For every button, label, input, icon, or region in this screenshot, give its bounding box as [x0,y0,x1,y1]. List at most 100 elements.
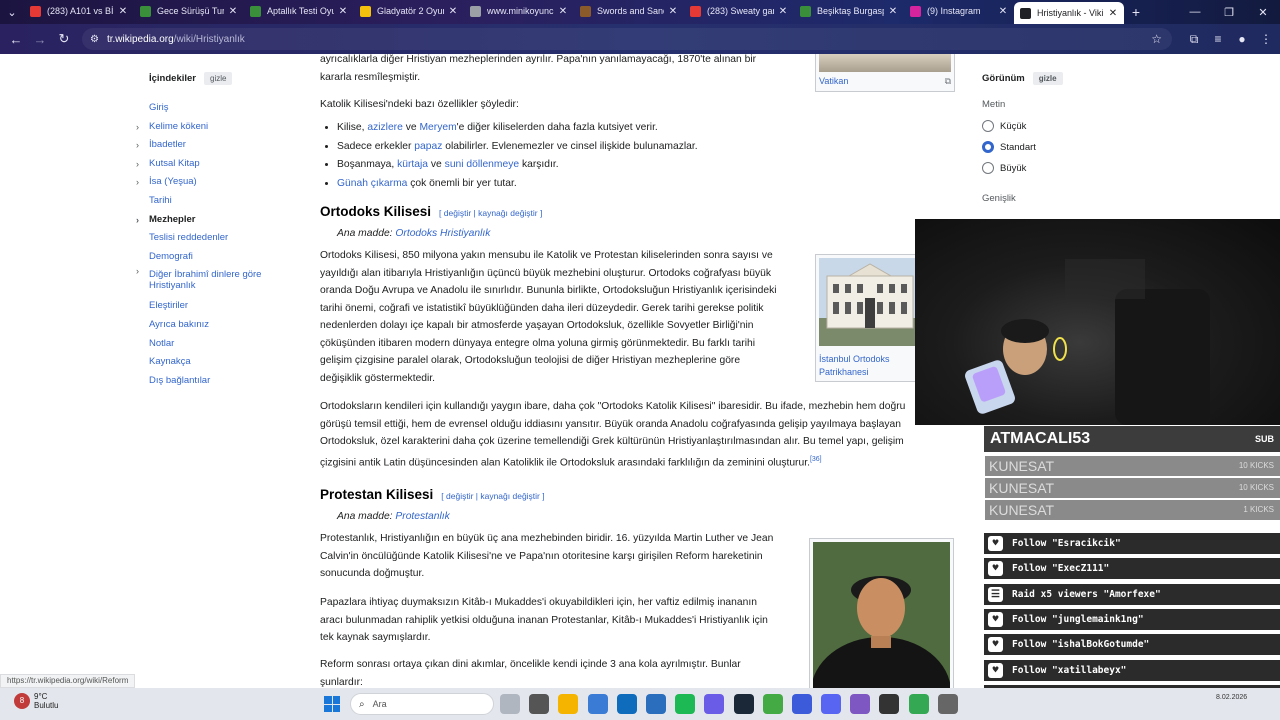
extensions-icon[interactable]: ⧉ [1182,32,1206,47]
taskbar-app-icon[interactable] [675,694,696,714]
toc-item[interactable]: › Mezhepler [136,211,296,230]
toc-item[interactable]: Tarihi [136,192,296,211]
tab-close-icon[interactable]: ✕ [228,6,238,17]
browser-tab[interactable]: Hristiyanlık - Viki ✕ [1014,2,1124,24]
citation-ref-link[interactable]: [36] [810,456,822,463]
patriarchate-caption[interactable]: Patrikhanesi [819,366,921,379]
main-article-link[interactable]: Protestanlık [395,511,449,522]
url-bar[interactable]: ⚙ tr.wikipedia.org /wiki/Hristiyanlık ☆ [82,28,1172,50]
radio-button[interactable] [982,120,994,132]
taskbar-app-icon[interactable] [879,694,900,714]
browser-tab[interactable]: (283) A101 vs Bİ ✕ [24,0,134,22]
browser-tab[interactable]: Swords and Sand ✕ [574,0,684,22]
browser-tab[interactable]: Aptallık Testi Oyu ✕ [244,0,354,22]
taskbar-app-icon[interactable] [587,694,608,714]
site-info-icon[interactable]: ⚙ [90,34,99,45]
taskbar-app-icon[interactable] [529,694,550,714]
taskbar-app-icon[interactable] [791,694,812,714]
text-size-option[interactable]: Küçük [982,120,1132,132]
radio-button[interactable] [982,141,994,153]
toc-item[interactable]: › Diğer İbrahimî dinlere göre Hristiyanlı… [136,266,296,297]
tab-close-icon[interactable]: ✕ [118,6,128,17]
edit-section-link[interactable]: [ değiştir | kaynağı değiştir ] [441,491,544,501]
taskbar-app-icon[interactable] [645,694,666,714]
vatican-image-thumb[interactable]: Vatikan ⧉ [815,54,955,92]
taskbar-search[interactable]: ⌕ Ara [350,693,494,715]
toc-item[interactable]: Giriş [136,99,296,118]
taskbar-app-icon[interactable] [704,694,725,714]
menu-icon[interactable]: ⋮ [1254,32,1278,47]
tab-close-icon[interactable]: ✕ [1108,8,1118,19]
main-article-link[interactable]: Ortodoks Hristiyanlık [395,228,490,239]
appearance-hide-button[interactable]: gizle [1032,72,1063,85]
toc-item[interactable]: Kaynakça [136,353,296,372]
patriarchate-caption[interactable]: İstanbul Ortodoks [819,353,921,366]
new-tab-button[interactable]: + [1124,4,1148,20]
maximize-icon[interactable]: ❐ [1212,6,1246,19]
chevron-right-icon[interactable]: › [136,155,139,173]
toc-item[interactable]: Teslisi reddedenler [136,229,296,248]
back-icon[interactable]: ← [4,32,28,47]
taskbar-app-icon[interactable] [500,694,520,714]
taskbar-app-icon[interactable] [850,694,871,714]
tab-close-icon[interactable]: ✕ [448,6,458,17]
close-window-icon[interactable]: ✕ [1246,6,1280,19]
vatican-caption[interactable]: Vatikan [819,75,848,88]
minimize-icon[interactable]: — [1178,6,1212,19]
link-gunah-cikarma[interactable]: Günah çıkarma [337,178,407,189]
link-papaz[interactable]: papaz [414,141,442,152]
taskbar-app-icon[interactable] [937,694,958,714]
reload-icon[interactable]: ↻ [52,31,76,47]
toc-hide-button[interactable]: gizle [204,72,233,85]
tab-close-icon[interactable]: ✕ [998,6,1008,17]
luther-image-thumb[interactable] [809,538,954,688]
tab-close-icon[interactable]: ✕ [888,6,898,17]
chevron-right-icon[interactable]: › [136,136,139,154]
taskbar-app-icon[interactable] [733,694,754,714]
toc-item[interactable]: Demografi [136,248,296,267]
profile-icon[interactable]: ● [1230,32,1254,47]
toc-item[interactable]: › Kelime kökeni [136,118,296,137]
start-icon[interactable] [324,696,340,712]
edit-section-link[interactable]: [ değiştir | kaynağı değiştir ] [439,208,542,218]
text-size-option[interactable]: Standart [982,141,1132,153]
chevron-right-icon[interactable]: › [136,173,139,191]
browser-tab[interactable]: Gece Sürüşü Turb ✕ [134,0,244,22]
browser-tab[interactable]: www.minikoyunc ✕ [464,0,574,22]
toc-item[interactable]: Eleştiriler [136,297,296,316]
browser-tab[interactable]: Beşiktaş Burgasp ✕ [794,0,904,22]
toc-item[interactable]: Ayrıca bakınız [136,316,296,335]
tab-search-icon[interactable]: ⌄ [0,0,24,24]
browser-tab[interactable]: (283) Sweaty gam ✕ [684,0,794,22]
browser-tab[interactable]: Gladyatör 2 Oyun ✕ [354,0,464,22]
taskbar-app-icon[interactable] [908,694,929,714]
toc-item[interactable]: Dış bağlantılar [136,372,296,391]
link-kurtaj[interactable]: kürtaja [397,159,428,170]
weather-widget[interactable]: 8 9°C Bulutlu [14,692,58,710]
text-size-option[interactable]: Büyük [982,162,1132,174]
toc-item[interactable]: › İsa (Yeşua) [136,173,296,192]
chevron-right-icon[interactable]: › [136,266,139,277]
toc-item[interactable]: › Kutsal Kitap [136,155,296,174]
tab-close-icon[interactable]: ✕ [778,6,788,17]
taskbar-app-icon[interactable] [762,694,783,714]
link-meryem[interactable]: Meryem [419,122,456,133]
forward-icon[interactable]: → [28,32,52,47]
system-tray-clock[interactable]: 8.02.2026 [1216,692,1247,703]
toc-item[interactable]: Notlar [136,335,296,354]
reading-list-icon[interactable]: ≡ [1206,32,1230,47]
bookmark-star-icon[interactable]: ☆ [1151,32,1162,46]
taskbar-app-icon[interactable] [558,694,579,714]
taskbar-app-icon[interactable] [616,694,637,714]
link-suni-dollenme[interactable]: suni döllenmeye [445,159,519,170]
tab-close-icon[interactable]: ✕ [338,6,348,17]
tab-close-icon[interactable]: ✕ [668,6,678,17]
chevron-right-icon[interactable]: › [136,118,139,136]
chevron-right-icon[interactable]: › [136,211,139,229]
enlarge-icon[interactable]: ⧉ [945,75,951,88]
taskbar-app-icon[interactable] [821,694,842,714]
tab-close-icon[interactable]: ✕ [558,6,568,17]
patriarchate-image-thumb[interactable]: İstanbul Ortodoks Patrikhanesi [815,254,925,382]
link-azizlere[interactable]: azizlere [367,122,402,133]
toc-item[interactable]: › İbadetler [136,136,296,155]
